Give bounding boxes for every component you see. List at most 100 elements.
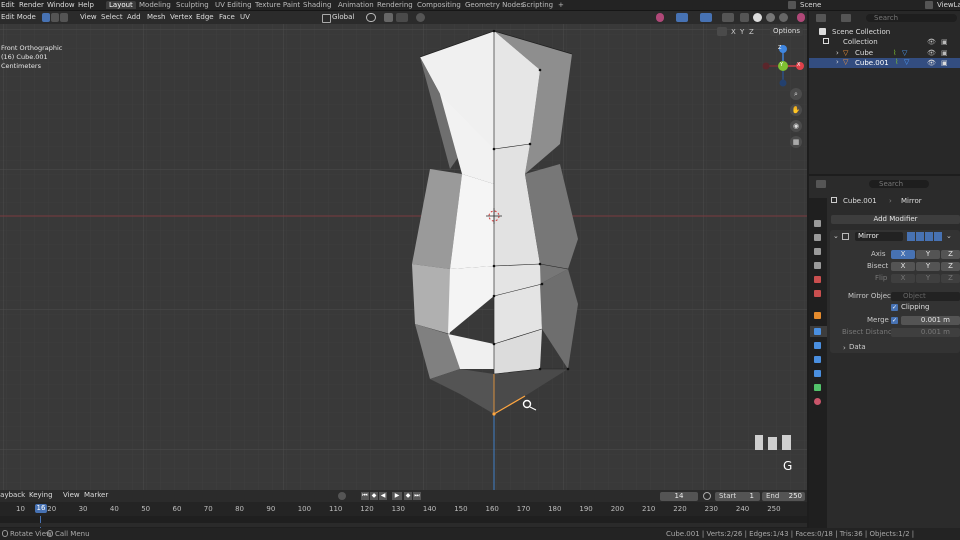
mesh-vertex[interactable]: [540, 282, 544, 286]
render-camera-icon[interactable]: ▣: [941, 38, 948, 46]
start-frame-field[interactable]: Start 1: [715, 492, 760, 501]
menu-render[interactable]: Render: [19, 1, 44, 9]
mirror-object-field[interactable]: Object: [891, 292, 960, 301]
tab-shading[interactable]: Shading: [300, 1, 334, 9]
tab-texture-paint[interactable]: Texture Paint: [252, 1, 303, 9]
current-frame-field[interactable]: 14: [660, 492, 698, 501]
add-modifier-button[interactable]: Add Modifier: [831, 215, 960, 224]
options-dropdown[interactable]: Options: [770, 27, 803, 36]
shading-options-icon[interactable]: [797, 13, 805, 22]
output-tab-icon[interactable]: [814, 248, 821, 255]
mesh-vertex[interactable]: [538, 68, 542, 72]
mesh-vertex[interactable]: [492, 264, 496, 268]
particles-tab-icon[interactable]: [814, 342, 821, 349]
menu-edge[interactable]: Edge: [196, 13, 214, 22]
wrench-icon[interactable]: [814, 328, 821, 335]
physics-tab-icon[interactable]: [814, 356, 821, 363]
render-tab-icon[interactable]: [814, 234, 821, 241]
menu-window[interactable]: Window: [47, 1, 75, 9]
mesh-vertex[interactable]: [538, 367, 542, 371]
wireframe-shading-icon[interactable]: [740, 13, 749, 22]
axis-x-toggle[interactable]: X: [891, 250, 915, 259]
tab-animation[interactable]: Animation: [335, 1, 377, 9]
mirror-z-toggle[interactable]: Z: [749, 28, 754, 36]
solid-shading-icon[interactable]: [753, 13, 762, 22]
play-icon[interactable]: ▶: [392, 492, 402, 500]
zoom-icon[interactable]: ⌕: [790, 88, 802, 100]
viewport-canvas[interactable]: [0, 24, 807, 490]
outliner-item-cube-001[interactable]: Cube.001: [855, 59, 889, 67]
view-layer-selector[interactable]: ViewLayer: [937, 1, 960, 9]
pan-hand-icon[interactable]: ✋: [790, 104, 802, 116]
jump-end-icon[interactable]: ⏭: [413, 492, 421, 500]
render-camera-icon[interactable]: ▣: [941, 59, 948, 67]
keying-menu[interactable]: Keying: [29, 491, 53, 500]
timeline-track[interactable]: [0, 516, 807, 528]
scene-selector[interactable]: Scene: [800, 1, 821, 9]
modifier-name-field[interactable]: Mirror: [855, 232, 903, 241]
face-select-button[interactable]: [60, 13, 68, 22]
scene-collection-label[interactable]: Scene Collection: [832, 28, 890, 36]
data-tab-icon[interactable]: [814, 384, 821, 391]
render-toggle-icon[interactable]: [934, 232, 942, 241]
world-tab-icon[interactable]: [814, 290, 821, 297]
jump-start-icon[interactable]: ⏮: [361, 492, 369, 500]
flip-z-toggle[interactable]: Z: [941, 274, 960, 283]
bisect-y-toggle[interactable]: Y: [916, 262, 940, 271]
flip-x-toggle[interactable]: X: [891, 274, 915, 283]
next-key-icon[interactable]: ◆: [404, 492, 412, 500]
tab-layout[interactable]: Layout: [106, 1, 136, 9]
selected-vertex[interactable]: [492, 412, 496, 416]
menu-vertex[interactable]: Vertex: [170, 13, 193, 22]
menu-face[interactable]: Face: [219, 13, 235, 22]
bisect-z-toggle[interactable]: Z: [941, 262, 960, 271]
rendered-shading-icon[interactable]: [779, 13, 788, 22]
tab-rendering[interactable]: Rendering: [374, 1, 416, 9]
axis-z-toggle[interactable]: Z: [941, 250, 960, 259]
menu-view[interactable]: View: [80, 13, 97, 22]
collection-label[interactable]: Collection: [843, 38, 878, 46]
material-tab-icon[interactable]: [814, 398, 821, 405]
scene-tab-icon[interactable]: [814, 276, 821, 283]
mesh-vertex[interactable]: [538, 262, 542, 266]
xray-toggle-icon[interactable]: [722, 13, 734, 22]
gizmo-neg-z-axis[interactable]: [779, 79, 787, 87]
menu-edit[interactable]: Edit: [1, 1, 15, 9]
camera-view-icon[interactable]: ◉: [790, 120, 802, 132]
orientation-selector[interactable]: Global: [332, 13, 354, 22]
hide-eye-icon[interactable]: 👁: [927, 38, 936, 46]
mesh-vertex[interactable]: [492, 342, 496, 346]
edge-select-button[interactable]: [51, 13, 59, 22]
clipping-checkbox[interactable]: ✓: [891, 304, 898, 311]
flip-y-toggle[interactable]: Y: [916, 274, 940, 283]
merge-checkbox[interactable]: ✓: [891, 317, 898, 324]
auto-key-icon[interactable]: [338, 492, 346, 500]
expand-chevron-icon[interactable]: ›: [836, 49, 839, 57]
mode-selector[interactable]: Edit Mode: [1, 13, 36, 22]
menu-select[interactable]: Select: [101, 13, 123, 22]
pivot-icon[interactable]: [366, 13, 376, 22]
render-camera-icon[interactable]: ▣: [941, 49, 948, 57]
viewport-toggle-icon[interactable]: [925, 232, 933, 241]
vertex-select-button[interactable]: [42, 13, 50, 22]
visibility-icon[interactable]: [656, 13, 664, 22]
tab-scripting[interactable]: Scripting: [519, 1, 556, 9]
tab-sculpting[interactable]: Sculpting: [173, 1, 212, 9]
merge-distance-field[interactable]: 0.001 m: [901, 316, 960, 325]
timeline-ruler[interactable]: 10 20 30 40 50 60 70 80 90 100 110 120 130 140 150 160 1…: [0, 502, 807, 516]
view-menu[interactable]: View: [63, 491, 80, 500]
editor-type-icon[interactable]: [816, 180, 826, 188]
marker-menu[interactable]: Marker: [84, 491, 108, 500]
play-reverse-icon[interactable]: ◀: [379, 492, 387, 500]
material-shading-icon[interactable]: [766, 13, 775, 22]
expand-chevron-icon[interactable]: ›: [836, 58, 839, 66]
hide-eye-icon[interactable]: 👁: [927, 49, 936, 57]
tab-geometry-nodes[interactable]: Geometry Nodes: [462, 1, 527, 9]
mesh-vertex[interactable]: [492, 294, 496, 298]
menu-uv[interactable]: UV: [240, 13, 250, 22]
add-workspace-button[interactable]: +: [555, 1, 567, 9]
filter-icon[interactable]: [841, 14, 851, 22]
mirror-options-icon[interactable]: [717, 27, 727, 36]
mesh-vertex[interactable]: [492, 147, 496, 151]
prev-key-icon[interactable]: ◆: [370, 492, 378, 500]
